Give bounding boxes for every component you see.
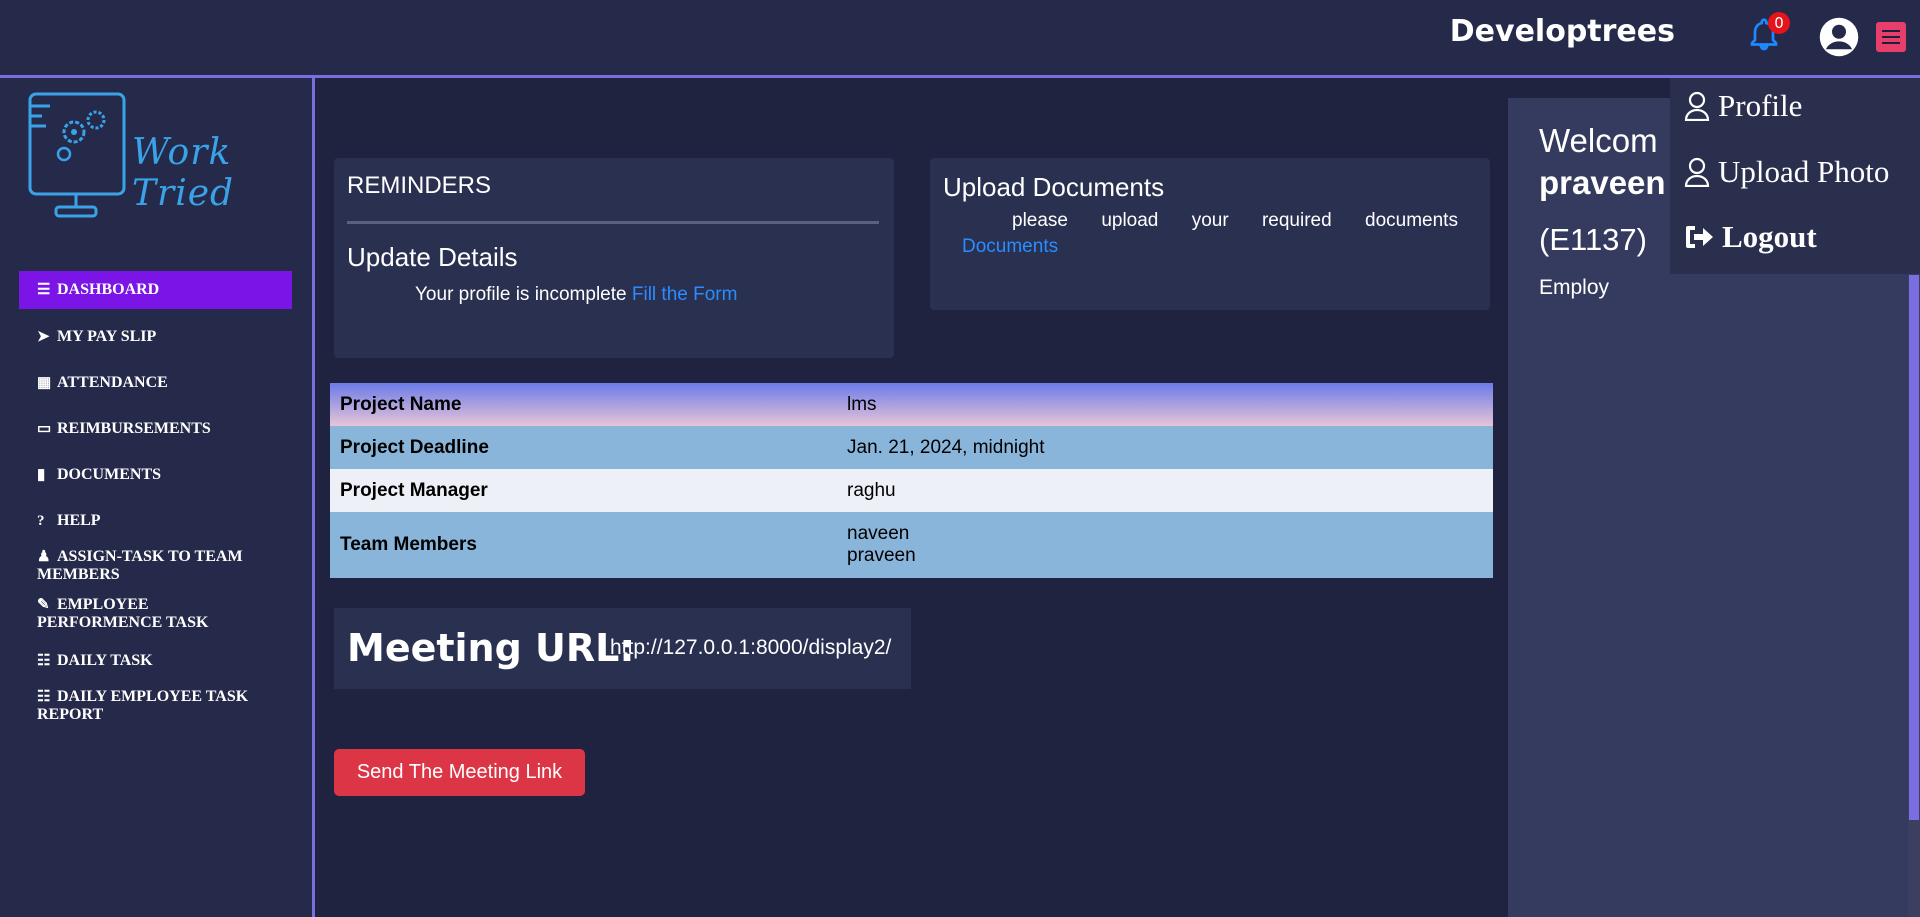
project-deadline-value: Jan. 21, 2024, midnight [847,436,1045,458]
table-row: Project Name lms [330,383,1493,426]
top-bar: Developtrees 0 [0,0,1920,78]
project-deadline-label: Project Deadline [340,436,489,458]
sidebar-item-attendance[interactable]: ▦ ATTENDANCE [19,364,292,402]
sidebar-item-label: MY PAY SLIP [57,328,157,345]
sidebar-item-label: HELP [57,512,101,529]
user-circle-icon[interactable] [1818,16,1860,58]
employee-role: Employ [1539,276,1610,299]
table-row: Project Deadline Jan. 21, 2024, midnight [330,426,1493,469]
sidebar: Work Tried ☰ DASHBOARD ➤ MY PAY SLIP ▦ A… [0,78,315,917]
sidebar-item-daily-employee-task-report[interactable]: ☷ DAILY EMPLOYEE TASK REPORT [19,684,292,732]
paper-plane-icon: ➤ [37,329,50,345]
sidebar-nav: ☰ DASHBOARD ➤ MY PAY SLIP ▦ ATTENDANCE ▭… [19,271,292,732]
upload-word: documents [1365,210,1458,231]
file-icon: ▮ [37,467,46,483]
welcome-greeting: Welcom [1539,122,1658,159]
project-manager-label: Project Manager [340,479,488,501]
profile-incomplete-message: Your profile is incomplete Fill the Form [415,284,737,306]
sidebar-item-assign-task[interactable]: ♟ ASSIGN-TASK TO TEAM MEMBERS [19,544,292,592]
team-members-value: naveen praveen [837,512,1493,578]
sidebar-item-label: ATTENDANCE [57,374,168,391]
table-row: Project Manager raghu [330,469,1493,512]
sidebar-item-label: ASSIGN-TASK TO TEAM MEMBERS [37,548,243,583]
sidebar-item-dashboard[interactable]: ☰ DASHBOARD [19,271,292,309]
meeting-url-box: Meeting URL: http://127.0.0.1:8000/displ… [334,608,911,689]
user-edit-icon: ✎ [37,597,50,613]
brand-name: Developtrees [1449,14,1675,49]
team-member: naveen [847,523,910,544]
team-member: praveen [847,545,916,566]
upload-documents-title: Upload Documents [943,172,1165,202]
dropdown-logout[interactable]: Logout [1684,219,1817,255]
sidebar-item-documents[interactable]: ▮ DOCUMENTS [19,456,292,494]
bars-icon: ☰ [37,282,51,298]
sidebar-item-my-pay-slip[interactable]: ➤ MY PAY SLIP [19,318,292,356]
dropdown-profile-label: Profile [1718,88,1803,123]
sidebar-item-reimbursements[interactable]: ▭ REIMBURSEMENTS [19,410,292,448]
project-name-value: lms [847,393,877,415]
dropdown-upload-photo[interactable]: Upload Photo [1684,154,1889,190]
sidebar-item-help[interactable]: ? HELP [19,502,292,540]
upload-word: upload [1101,210,1159,231]
upload-documents-card: Upload Documents please upload your requ… [930,158,1490,310]
employee-id: (E1137) [1539,222,1647,257]
meeting-url-label: Meeting URL: [347,626,635,670]
sidebar-item-label: DAILY EMPLOYEE TASK REPORT [37,688,249,723]
sidebar-item-label: EMPLOYEE PERFORMENCE TASK [37,596,209,631]
sign-out-icon [1686,226,1713,248]
table-row: Team Members naveen praveen [330,512,1493,578]
welcome-user-name: praveen [1539,164,1666,201]
sidebar-item-performence-text: ✎ EMPLOYEE PERFORMENCE TASK [37,596,274,632]
send-meeting-link-button[interactable]: Send The Meeting Link [334,749,585,796]
fill-form-link[interactable]: Fill the Form [632,284,738,305]
question-circle-icon: ? [37,513,45,529]
user-icon [1684,157,1710,187]
reminders-title: REMINDERS [347,172,492,199]
sidebar-item-label: DOCUMENTS [57,466,162,483]
logo-text: Work Tried [132,132,235,214]
upload-instructions: please upload your required documents [1012,210,1458,232]
reminders-card: REMINDERS Update Details Your profile is… [334,158,894,358]
documents-link[interactable]: Documents [962,236,1058,258]
sidebar-item-assign-task-text: ♟ ASSIGN-TASK TO TEAM MEMBERS [37,548,274,584]
dropdown-logout-label: Logout [1722,219,1817,254]
notification-badge: 0 [1768,12,1790,34]
sidebar-item-label: DAILY TASK [57,652,153,669]
upload-word: your [1191,210,1229,231]
team-members-label: Team Members [340,534,477,555]
user-icon [1684,91,1710,121]
sidebar-item-label: REIMBURSEMENTS [57,420,211,437]
project-name-label: Project Name [340,393,462,415]
users-icon: ♟ [37,549,51,565]
hamburger-menu-button[interactable] [1876,22,1906,52]
project-manager-value: raghu [847,479,896,501]
calendar-icon: ▦ [37,375,52,391]
sidebar-item-daily-task[interactable]: ☷ DAILY TASK [19,642,292,680]
sidebar-item-report-text: ☷ DAILY EMPLOYEE TASK REPORT [37,688,274,724]
upload-word: required [1261,210,1332,231]
meeting-url-value: http://127.0.0.1:8000/display2/ [610,636,892,659]
upload-word: please [1012,210,1068,231]
sidebar-item-label: DASHBOARD [57,281,160,298]
project-details-table: Project Name lms Project Deadline Jan. 2… [330,383,1493,578]
update-details-heading: Update Details [347,242,518,272]
scrollbar-thumb[interactable] [1909,275,1919,820]
list-check-icon: ☷ [37,653,51,669]
profile-incomplete-text: Your profile is incomplete [415,284,627,305]
credit-card-icon: ▭ [37,421,52,437]
sidebar-item-employee-performence-task[interactable]: ✎ EMPLOYEE PERFORMENCE TASK [19,592,292,640]
dropdown-upload-photo-label: Upload Photo [1718,154,1890,189]
list-check-icon: ☷ [37,689,51,705]
dropdown-profile[interactable]: Profile [1684,88,1802,124]
divider [347,221,879,224]
user-dropdown-menu: Profile Upload Photo Logout [1670,78,1920,274]
